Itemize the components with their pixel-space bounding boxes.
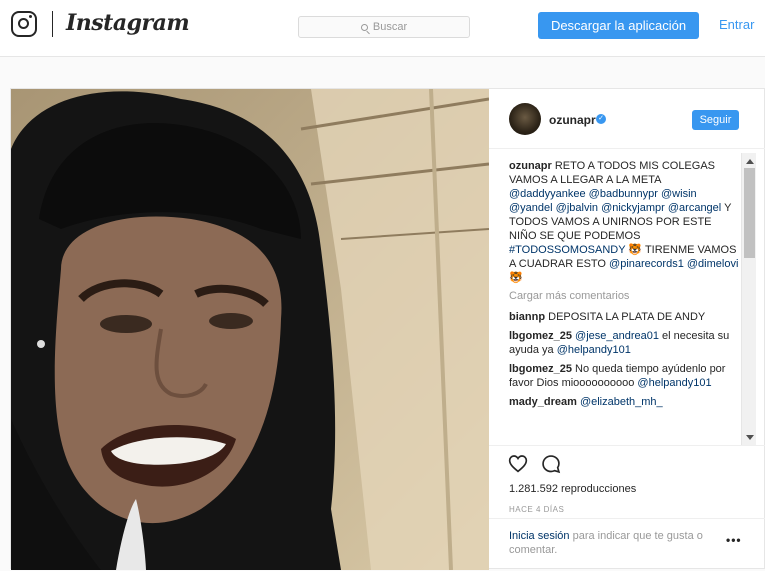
logo-divider <box>52 11 53 37</box>
scrollbar-thumb[interactable] <box>744 168 755 258</box>
login-prompt: Inicia sesión para indicar que te gusta … <box>489 518 765 571</box>
caption-mention[interactable]: @yandel <box>509 202 553 214</box>
comment-author[interactable]: biannp <box>509 311 545 323</box>
comment-author[interactable]: lbgomez_25 <box>509 330 572 342</box>
comment-mention[interactable]: @helpandy101 <box>637 377 711 389</box>
post-actions: 1.281.592 reproducciones HACE 4 DÍAS Ini… <box>489 445 765 570</box>
search-placeholder: Buscar <box>372 21 408 33</box>
login-prompt-text: Inicia sesión para indicar que te gusta … <box>509 529 724 557</box>
caption-mention[interactable]: @wisin <box>661 188 697 200</box>
list-item: lbgomez_25 @jese_andrea01 el necesita su… <box>509 329 739 357</box>
scroll-down-arrow-icon[interactable] <box>746 435 754 440</box>
caption-text-4: 🐯 <box>509 272 523 284</box>
caption-mention[interactable]: @badbunnypr <box>589 188 658 200</box>
view-count-value: 1.281.592 <box>509 483 558 495</box>
avatar[interactable] <box>509 103 541 135</box>
caption-mention[interactable]: @arcangel <box>668 202 721 214</box>
caption-mention[interactable]: @daddyyankee <box>509 188 586 200</box>
post-timestamp[interactable]: HACE 4 DÍAS <box>509 505 564 514</box>
comment-mention[interactable]: @jese_andrea01 <box>575 330 659 342</box>
comment-mention[interactable]: @helpandy101 <box>557 344 631 356</box>
post-video[interactable] <box>11 89 489 570</box>
post-card: ozunapr ✓ Seguir ozunapr RETO A TODOS MI… <box>10 88 765 570</box>
comment-text: DEPOSITA LA PLATA DE ANDY <box>545 311 706 323</box>
follow-button[interactable]: Seguir <box>692 110 739 130</box>
instagram-camera-icon[interactable] <box>11 11 37 37</box>
view-count-label: reproducciones <box>561 483 637 495</box>
scroll-up-arrow-icon[interactable] <box>746 159 754 164</box>
post-caption: ozunapr RETO A TODOS MIS COLEGAS VAMOS A… <box>509 159 739 285</box>
caption-mention[interactable]: @nickyjampr <box>601 202 665 214</box>
heart-icon[interactable] <box>508 454 528 473</box>
top-navigation-bar: Instagram Buscar Descargar la aplicación… <box>0 0 765 57</box>
caption-mention[interactable]: @pinarecords1 <box>609 258 684 270</box>
login-prompt-link[interactable]: Inicia sesión <box>509 530 570 542</box>
caption-mention[interactable]: @dimelovi <box>687 258 739 270</box>
post-header: ozunapr ✓ Seguir <box>489 89 765 149</box>
comment-bubble-icon[interactable] <box>541 454 561 474</box>
comments-list[interactable]: ozunapr RETO A TODOS MIS COLEGAS VAMOS A… <box>509 159 739 441</box>
list-item: mady_dream @elizabeth_mh_ <box>509 395 739 409</box>
comments-scrollbar[interactable] <box>741 153 756 445</box>
load-more-comments[interactable]: Cargar más comentarios <box>509 289 739 303</box>
search-icon <box>360 24 368 31</box>
verified-badge-icon: ✓ <box>596 114 606 124</box>
more-options-icon[interactable]: ••• <box>726 533 742 547</box>
comment-author[interactable]: lbgomez_25 <box>509 363 572 375</box>
caption-hashtag[interactable]: #TODOSSOMOSANDY <box>509 244 625 256</box>
list-item: biannp DEPOSITA LA PLATA DE ANDY <box>509 310 739 324</box>
post-username[interactable]: ozunapr <box>549 113 596 127</box>
list-item: lbgomez_25 No queda tiempo ayúdenlo por … <box>509 362 739 390</box>
instagram-wordmark[interactable]: Instagram <box>66 10 190 36</box>
search-input[interactable]: Buscar <box>298 16 470 38</box>
download-app-button[interactable]: Descargar la aplicación <box>538 12 699 39</box>
comment-author[interactable]: mady_dream <box>509 396 577 408</box>
comment-mention[interactable]: @elizabeth_mh_ <box>580 396 663 408</box>
view-count: 1.281.592 reproducciones <box>509 483 636 495</box>
post-sidebar: ozunapr ✓ Seguir ozunapr RETO A TODOS MI… <box>489 89 765 570</box>
caption-mention[interactable]: @jbalvin <box>556 202 598 214</box>
login-link[interactable]: Entrar <box>719 17 754 32</box>
caption-author[interactable]: ozunapr <box>509 160 552 172</box>
